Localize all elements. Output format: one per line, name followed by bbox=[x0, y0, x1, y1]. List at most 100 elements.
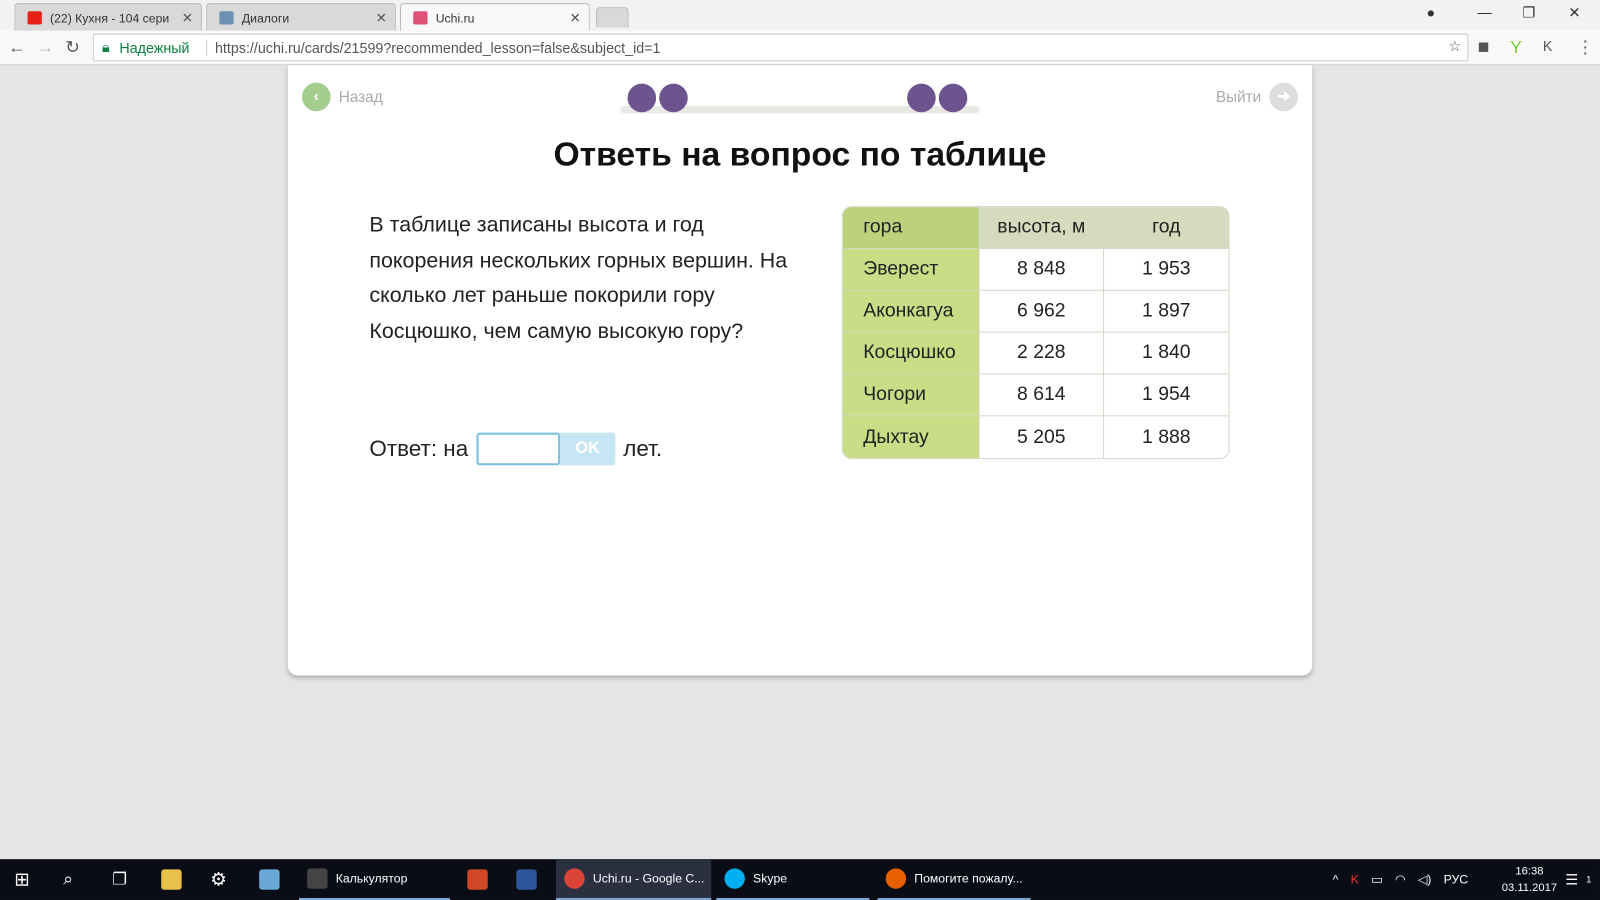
app-label: Помогите пожалу... bbox=[914, 871, 1023, 886]
wifi-icon[interactable]: ◠ bbox=[1395, 872, 1406, 886]
taskbar-app-chrome[interactable]: Uchi.ru - Google C... bbox=[556, 859, 712, 900]
ok-button[interactable]: OK bbox=[560, 432, 616, 466]
close-icon[interactable]: ✕ bbox=[376, 10, 387, 26]
explorer-icon[interactable] bbox=[153, 859, 182, 900]
header-cell: высота, м bbox=[979, 207, 1105, 249]
progress-dot bbox=[938, 83, 968, 113]
close-icon[interactable]: ✕ bbox=[569, 10, 580, 26]
secure-label: Надежный bbox=[119, 39, 190, 57]
tab-label: (22) Кухня - 104 сери bbox=[49, 11, 170, 26]
close-icon[interactable]: ✕ bbox=[182, 10, 193, 26]
url-input[interactable]: 🔒︎ Надежный https://uchi.ru/cards/21599?re… bbox=[92, 33, 1469, 62]
back-button[interactable]: ‹ Назад bbox=[302, 82, 383, 112]
time: 16:38 bbox=[1515, 865, 1544, 878]
date: 03.11.2017 bbox=[1501, 881, 1558, 894]
extension-icon[interactable]: Y bbox=[1510, 38, 1522, 58]
exit-icon: ➜ bbox=[1269, 82, 1298, 112]
calculator-icon bbox=[307, 868, 328, 889]
cell: 1 888 bbox=[1142, 426, 1191, 448]
taskbar-app-firefox[interactable]: Помогите пожалу... bbox=[877, 859, 1031, 900]
chevron-up-icon[interactable]: ^ bbox=[1333, 872, 1339, 886]
back-label: Назад bbox=[338, 88, 383, 106]
url-text: https://uchi.ru/cards/21599?recommended_… bbox=[205, 39, 661, 57]
restore-button[interactable]: ❐ bbox=[1522, 4, 1535, 21]
youtube-icon bbox=[27, 11, 42, 25]
taskbar-app-skype[interactable]: Skype bbox=[716, 859, 870, 900]
skype-icon bbox=[724, 868, 745, 889]
profile-icon[interactable]: ● bbox=[1427, 4, 1436, 20]
antivirus-icon[interactable]: K bbox=[1351, 872, 1359, 886]
table-row: Косцюшко 2 228 1 840 bbox=[842, 332, 1229, 375]
tab-label: Uchi.ru bbox=[435, 11, 475, 26]
back-icon[interactable]: ← bbox=[8, 38, 25, 58]
tab-bar: (22) Кухня - 104 сери ✕ Диалоги ✕ Uchi.ru ✕… bbox=[0, 0, 1600, 31]
extension-icon[interactable]: K bbox=[1543, 38, 1553, 54]
address-bar: ← → ↻ 🔒︎ Надежный https://uchi.ru/cards/21… bbox=[0, 30, 1600, 66]
app-icon[interactable] bbox=[459, 859, 488, 900]
table-row: Аконкагуа 6 962 1 897 bbox=[842, 290, 1229, 333]
taskbar: ⊞ ⌕ ❐ ⚙ Калькулятор Uchi.ru - Google C..… bbox=[0, 859, 1600, 900]
forward-icon[interactable]: → bbox=[37, 38, 54, 58]
cell: 1 953 bbox=[1104, 249, 1229, 291]
system-tray[interactable]: ^ K ▭ ◠ ◁) РУС bbox=[1324, 859, 1468, 900]
uchi-icon bbox=[413, 11, 428, 25]
answer-suffix: лет. bbox=[623, 435, 663, 462]
question-text: В таблице записаны высота и год покорени… bbox=[369, 213, 788, 343]
task-card: ‹ Назад Выйти ➜ Ответь на вопрос по таблиц… bbox=[287, 65, 1313, 676]
answer-prefix: Ответ: на bbox=[369, 435, 469, 462]
notifications-icon[interactable]: ☰ 1 bbox=[1557, 859, 1591, 900]
tab-youtube[interactable]: (22) Кухня - 104 сери ✕ bbox=[14, 3, 203, 31]
menu-icon[interactable]: ⋮ bbox=[1577, 38, 1594, 58]
table-header: гора высота, м год bbox=[842, 207, 1229, 249]
cell: 8 614 bbox=[979, 374, 1105, 417]
taskbar-app-calculator[interactable]: Калькулятор bbox=[298, 859, 450, 900]
cell: 8 848 bbox=[979, 248, 1105, 291]
start-button[interactable]: ⊞ bbox=[6, 859, 29, 900]
new-tab-button[interactable] bbox=[595, 7, 629, 28]
vk-icon bbox=[219, 11, 234, 25]
star-icon[interactable]: ☆ bbox=[1448, 38, 1461, 55]
app-icon[interactable] bbox=[251, 859, 280, 900]
app-label: Uchi.ru - Google C... bbox=[592, 871, 705, 886]
cell: 1 840 bbox=[1104, 333, 1229, 375]
notification-count: 1 bbox=[1586, 874, 1592, 885]
tab-dialogs[interactable]: Диалоги ✕ bbox=[206, 3, 396, 31]
clock[interactable]: 16:38 03.11.2017 bbox=[1502, 863, 1557, 896]
minimize-button[interactable]: — bbox=[1478, 4, 1492, 20]
mountains-table: гора высота, м год Эверест 8 848 1 953 Аконк… bbox=[841, 206, 1230, 460]
app-label: Калькулятор bbox=[335, 871, 408, 886]
progress-dot bbox=[907, 83, 936, 113]
header-cell: год bbox=[1104, 207, 1229, 249]
cell: Чогори bbox=[842, 374, 980, 417]
cell: 1 954 bbox=[1104, 374, 1229, 417]
answer-row: Ответ: на OK лет. bbox=[369, 432, 663, 466]
cell: Аконкагуа bbox=[842, 290, 980, 333]
language-indicator[interactable]: РУС bbox=[1444, 872, 1469, 886]
chevron-left-icon: ‹ bbox=[302, 82, 331, 112]
cell: 6 962 bbox=[979, 290, 1105, 333]
task-view-icon[interactable]: ❐ bbox=[104, 859, 127, 900]
volume-icon[interactable]: ◁) bbox=[1418, 872, 1432, 886]
progress-dot bbox=[627, 83, 657, 113]
cell: 2 228 bbox=[979, 332, 1105, 375]
reload-icon[interactable]: ↻ bbox=[65, 38, 80, 58]
extension-icon[interactable]: ◼ bbox=[1478, 38, 1490, 55]
word-icon[interactable] bbox=[508, 859, 537, 900]
answer-input[interactable] bbox=[476, 432, 561, 466]
cell: Эверест bbox=[842, 248, 980, 291]
search-icon[interactable]: ⌕ bbox=[55, 859, 73, 900]
table-row: Чогори 8 614 1 954 bbox=[842, 374, 1229, 417]
page-title: Ответь на вопрос по таблице bbox=[553, 134, 1047, 173]
lock-icon: 🔒︎ bbox=[102, 38, 110, 56]
exit-button[interactable]: Выйти ➜ bbox=[1215, 82, 1298, 112]
tab-label: Диалоги bbox=[241, 11, 290, 26]
cell: Косцюшко bbox=[842, 332, 980, 375]
power-icon[interactable]: ▭ bbox=[1371, 872, 1383, 886]
close-window-button[interactable]: ✕ bbox=[1568, 4, 1580, 21]
settings-icon[interactable]: ⚙ bbox=[202, 859, 226, 900]
tab-uchi[interactable]: Uchi.ru ✕ bbox=[399, 3, 590, 31]
chrome-icon bbox=[564, 868, 585, 889]
exit-label: Выйти bbox=[1215, 88, 1262, 106]
firefox-icon bbox=[885, 868, 907, 889]
cell: 5 205 bbox=[980, 416, 1105, 459]
